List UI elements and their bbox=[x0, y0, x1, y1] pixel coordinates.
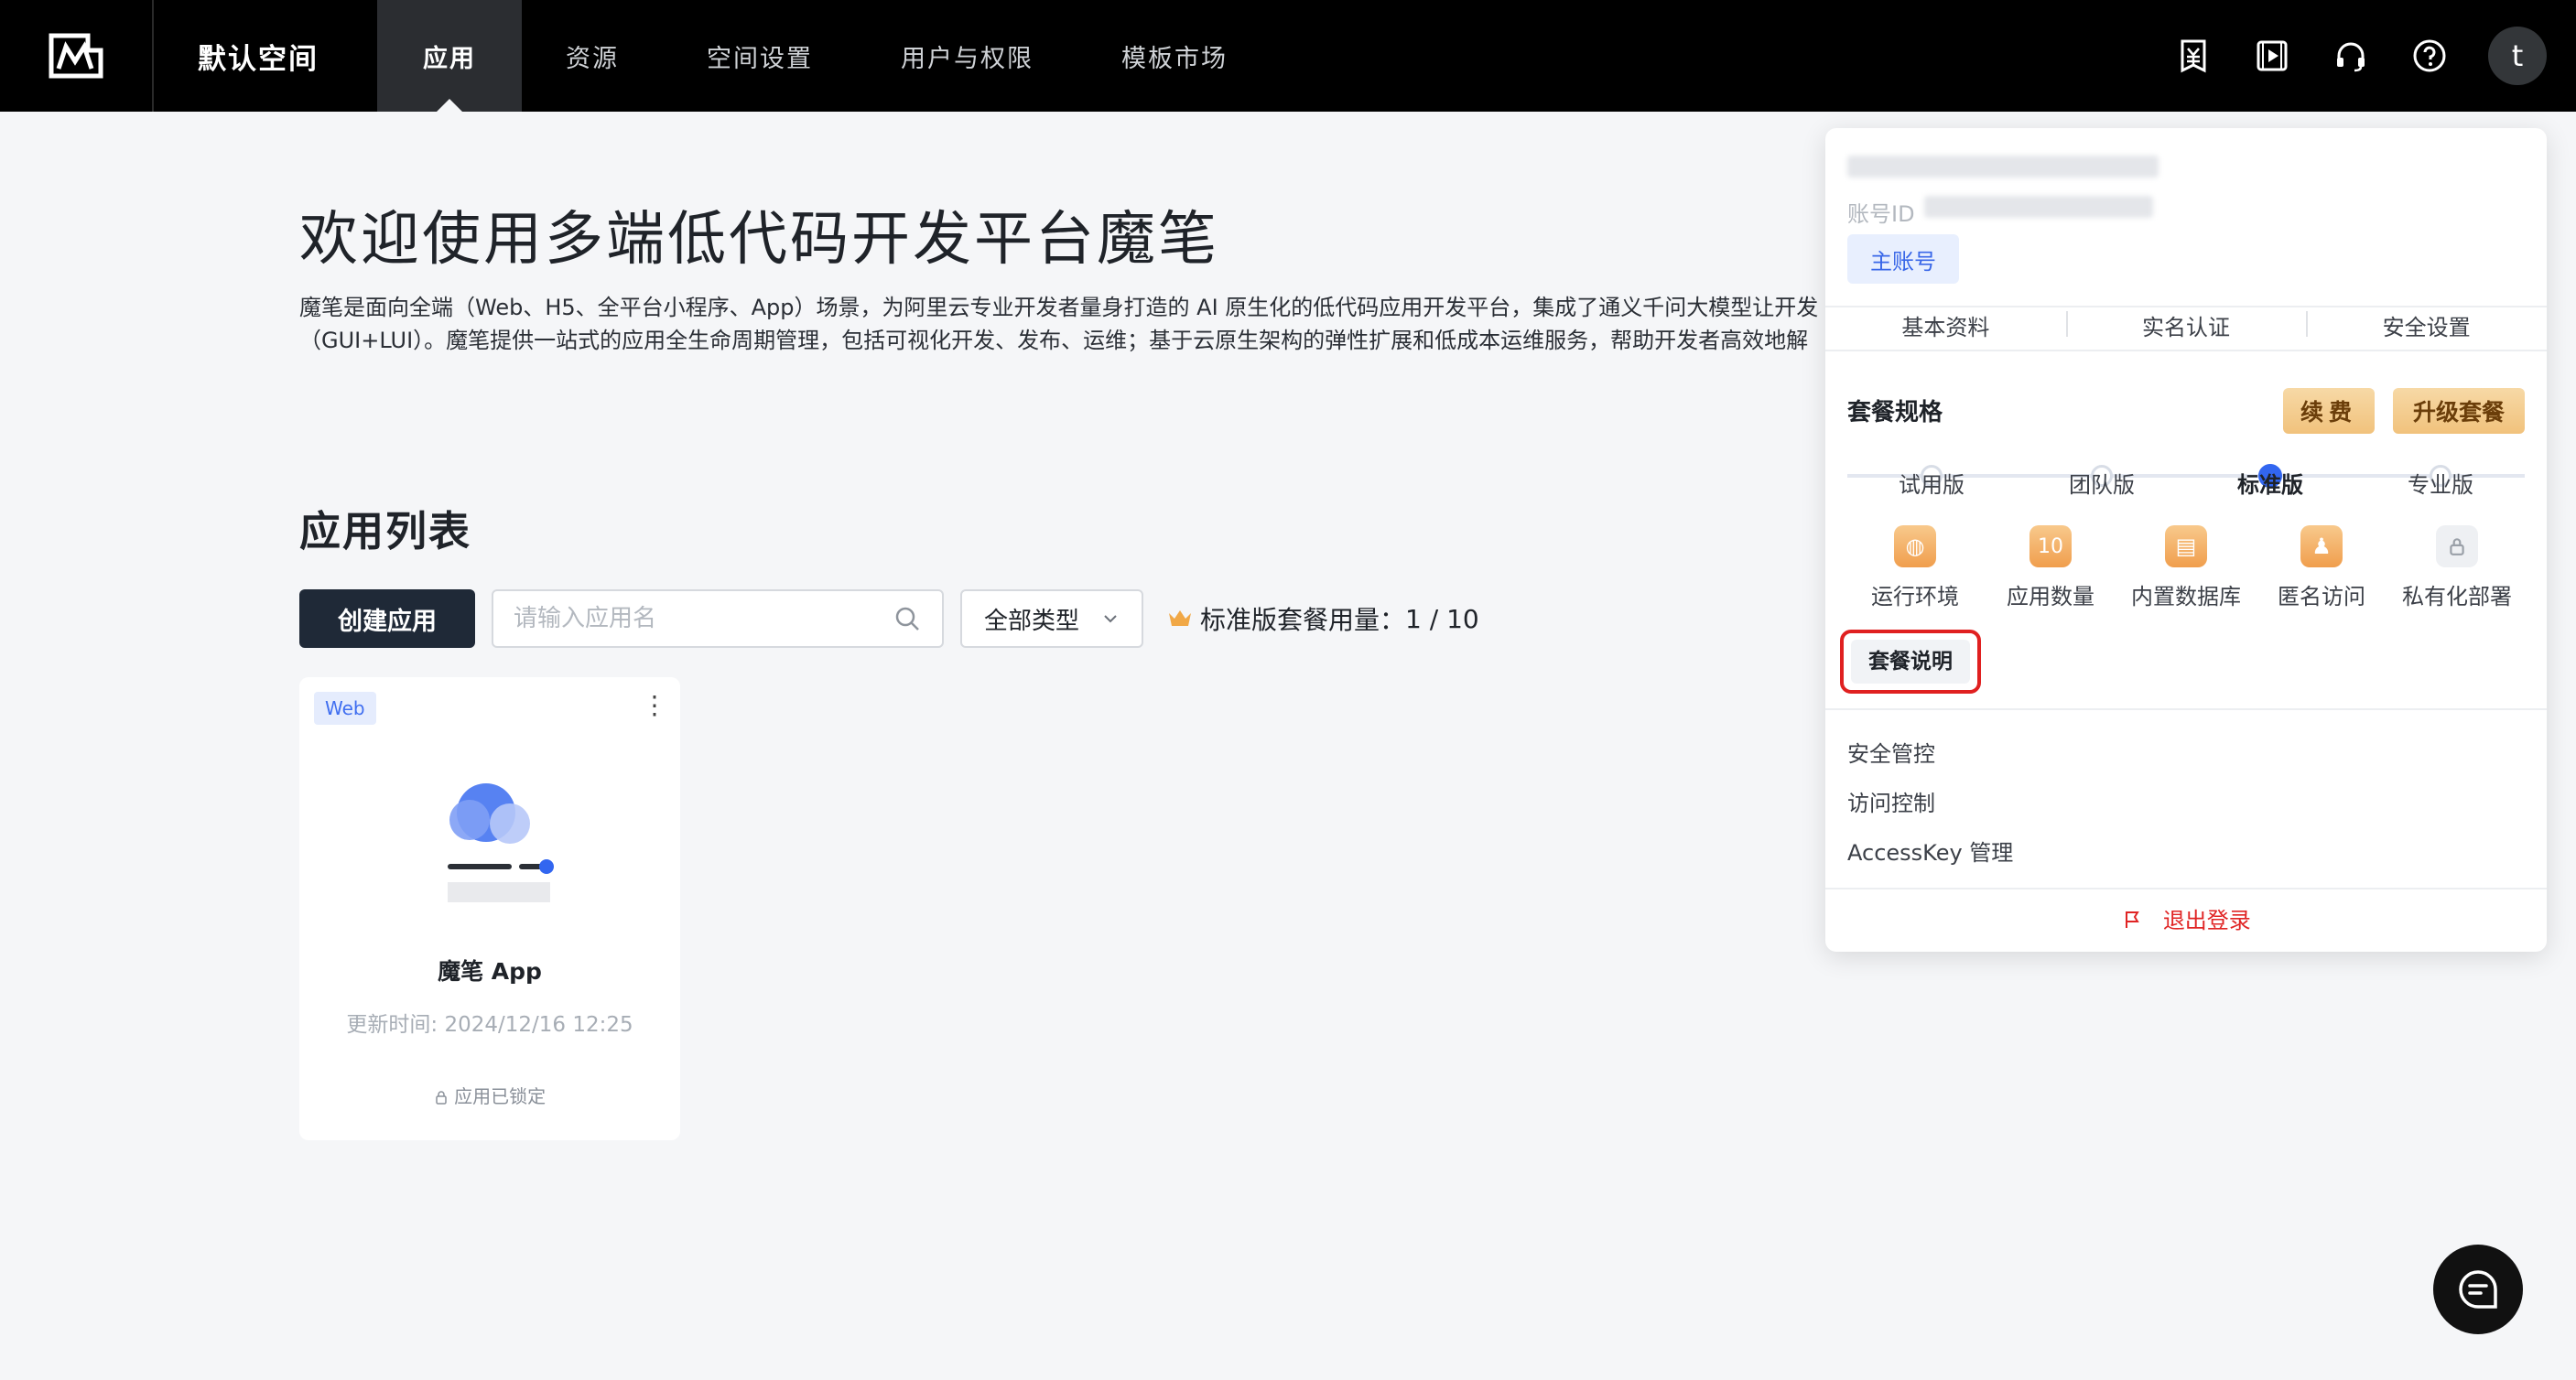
nav-tab-users-permissions[interactable]: 用户与权限 bbox=[857, 0, 1077, 112]
feature-anonymous-access: ♟ 匿名访问 bbox=[2278, 525, 2365, 610]
account-dropdown-panel: 账号ID 主账号 基本资料 实名认证 安全设置 套餐规格 续费 升级套餐 试用版… bbox=[1825, 128, 2547, 952]
plan-step-trial: 试用版 bbox=[1899, 472, 1964, 498]
plan-step-standard: 标准版 bbox=[2237, 472, 2303, 498]
plan-usage-value: 1 / 10 bbox=[1405, 603, 1479, 634]
main-account-badge: 主账号 bbox=[1847, 234, 1959, 284]
plan-spec-label: 套餐规格 bbox=[1847, 399, 1943, 426]
feature-private-deploy-label: 私有化部署 bbox=[2402, 584, 2512, 609]
plan-explain-button[interactable]: 套餐说明 bbox=[1851, 640, 1970, 684]
top-navbar: 默认空间 应用 资源 空间设置 用户与权限 模板市场 t bbox=[0, 0, 2576, 112]
menu-security-control[interactable]: 安全管控 bbox=[1847, 736, 1935, 768]
plan-step-team: 团队版 bbox=[2069, 472, 2135, 498]
app-card[interactable]: Web ⋮ 魔笔 App 更新时间: 2024/12/16 12:25 应用已锁… bbox=[299, 677, 680, 1140]
app-updated-time: 更新时间: 2024/12/16 12:25 bbox=[346, 1013, 633, 1037]
app-list-toolbar: 创建应用 全部类型 标准版套餐用量： 1 / 10 bbox=[299, 589, 1479, 648]
account-email-blurred bbox=[1847, 156, 2159, 178]
database-icon: ▤ bbox=[2165, 525, 2207, 567]
welcome-desc-line-2: （GUI+LUI）。魔笔提供一站式的应用全生命周期管理，包括可视化开发、发布、运… bbox=[299, 328, 1809, 353]
headset-icon[interactable] bbox=[2331, 36, 2371, 76]
search-input[interactable] bbox=[514, 605, 893, 632]
divider bbox=[1825, 708, 2547, 710]
type-filter-select[interactable]: 全部类型 bbox=[960, 589, 1143, 648]
nav-tab-resources[interactable]: 资源 bbox=[522, 0, 663, 112]
feature-app-count: 10 应用数量 bbox=[2007, 525, 2094, 610]
user-avatar[interactable]: t bbox=[2488, 27, 2547, 85]
app-list-title: 应用列表 bbox=[299, 507, 472, 555]
feature-database-label: 内置数据库 bbox=[2131, 584, 2241, 609]
logout-icon bbox=[2126, 911, 2139, 928]
logo[interactable] bbox=[0, 0, 154, 112]
plan-step-labels: 试用版 团队版 标准版 专业版 bbox=[1847, 467, 2525, 503]
lock-icon bbox=[436, 1091, 447, 1105]
feature-app-count-label: 应用数量 bbox=[2007, 584, 2094, 609]
logout-button[interactable]: 退出登录 bbox=[1825, 902, 2547, 934]
plan-explain-highlight: 套餐说明 bbox=[1840, 630, 1981, 694]
account-id-blurred bbox=[1924, 196, 2153, 218]
app-illustration-icon bbox=[448, 783, 554, 902]
feature-private-deploy: 私有化部署 bbox=[2402, 525, 2512, 610]
welcome-desc-line-1: 魔笔是面向全端（Web、H5、全平台小程序、App）场景，为阿里云专业开发者量身… bbox=[299, 295, 1819, 320]
plan-usage-label: 标准版套餐用量： bbox=[1200, 605, 1406, 635]
help-icon[interactable] bbox=[2409, 36, 2450, 76]
create-app-button[interactable]: 创建应用 bbox=[299, 589, 475, 648]
chevron-down-icon bbox=[1104, 615, 1117, 623]
app-locked-label: 应用已锁定 bbox=[454, 1085, 547, 1107]
welcome-title: 欢迎使用多端低代码开发平台魔笔 bbox=[299, 206, 1219, 274]
more-vertical-icon[interactable]: ⋮ bbox=[642, 690, 667, 720]
feature-runtime-label: 运行环境 bbox=[1871, 584, 1959, 609]
nav-tab-space-settings[interactable]: 空间设置 bbox=[663, 0, 857, 112]
search-icon[interactable] bbox=[893, 604, 922, 633]
video-icon[interactable] bbox=[2252, 36, 2292, 76]
welcome-description: 魔笔是面向全端（Web、H5、全平台小程序、App）场景，为阿里云专业开发者量身… bbox=[299, 291, 1837, 357]
billing-icon[interactable] bbox=[2173, 36, 2213, 76]
nav-tab-template-market[interactable]: 模板市场 bbox=[1077, 0, 1272, 112]
renew-button[interactable]: 续费 bbox=[2283, 388, 2375, 434]
plan-usage: 标准版套餐用量： 1 / 10 bbox=[1167, 600, 1479, 637]
user-icon: ♟ bbox=[2300, 525, 2343, 567]
chat-assistant-button[interactable] bbox=[2433, 1245, 2523, 1334]
upgrade-plan-button[interactable]: 升级套餐 bbox=[2393, 388, 2525, 434]
workspace-name[interactable]: 默认空间 bbox=[154, 36, 377, 77]
logout-label: 退出登录 bbox=[2162, 908, 2251, 933]
type-filter-value: 全部类型 bbox=[984, 607, 1080, 635]
app-locked-status: 应用已锁定 bbox=[299, 1082, 680, 1108]
plan-features: ◍ 运行环境 10 应用数量 ▤ 内置数据库 ♟ 匿名访问 私有化部署 bbox=[1825, 525, 2547, 626]
count-icon: 10 bbox=[2029, 525, 2072, 567]
platform-tag: Web bbox=[314, 692, 376, 725]
feature-anonymous-access-label: 匿名访问 bbox=[2278, 584, 2365, 609]
search-box bbox=[492, 589, 944, 648]
feature-runtime: ◍ 运行环境 bbox=[1871, 525, 1959, 610]
nav-tab-apps[interactable]: 应用 bbox=[377, 0, 522, 112]
mobi-logo-icon bbox=[49, 33, 103, 79]
lock-icon bbox=[2436, 525, 2478, 567]
feature-database: ▤ 内置数据库 bbox=[2131, 525, 2241, 610]
globe-icon: ◍ bbox=[1894, 525, 1936, 567]
menu-accesskey-management[interactable]: AccessKey 管理 bbox=[1847, 835, 2013, 867]
app-name[interactable]: 魔笔 App bbox=[299, 954, 680, 986]
menu-access-control[interactable]: 访问控制 bbox=[1847, 785, 1935, 817]
account-id-label: 账号ID bbox=[1847, 201, 1915, 227]
chat-icon bbox=[2459, 1270, 2497, 1309]
crown-icon bbox=[1169, 610, 1191, 626]
plan-step-pro: 专业版 bbox=[2408, 472, 2473, 498]
divider bbox=[1825, 888, 2547, 889]
